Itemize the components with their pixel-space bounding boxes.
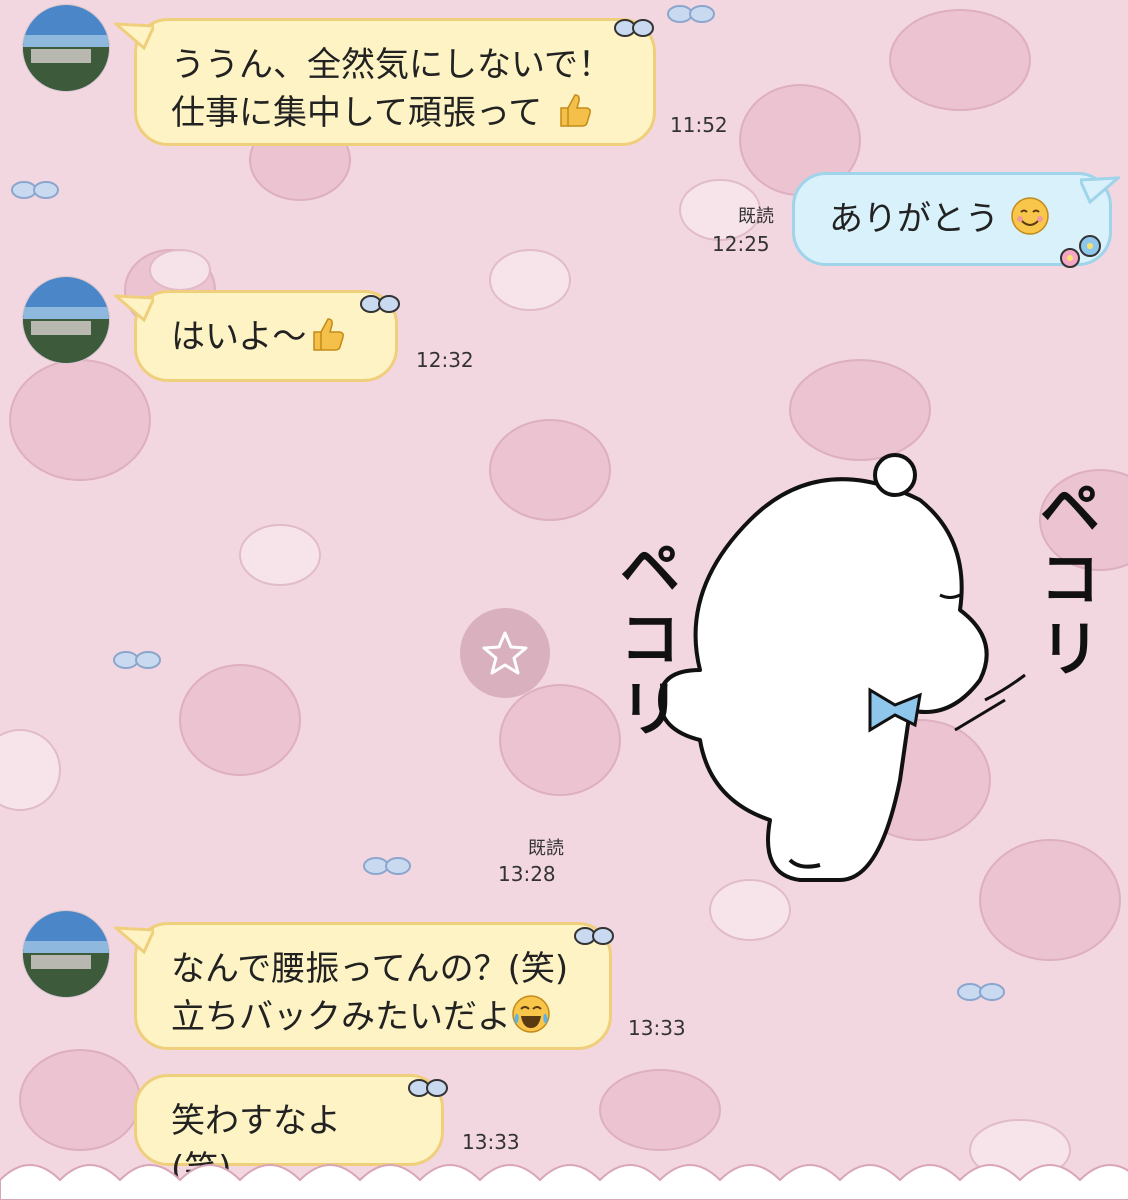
message-time: 12:25 bbox=[712, 232, 770, 256]
thumbs-up-icon bbox=[306, 314, 346, 354]
message-text: ううん、全然気にしないで！ bbox=[171, 45, 612, 85]
message-text: 仕事に集中して頑張って bbox=[171, 89, 619, 137]
message-text: 立ちバックみたいだよ bbox=[171, 993, 575, 1041]
message-bubble-incoming[interactable]: ううん、全然気にしないで！ 仕事に集中して頑張って bbox=[134, 18, 656, 146]
message-time: 12:32 bbox=[416, 348, 474, 372]
message-time: 11:52 bbox=[670, 113, 728, 137]
bow-icon bbox=[360, 295, 400, 313]
tears-of-joy-icon bbox=[511, 994, 551, 1034]
avatar[interactable] bbox=[22, 910, 110, 998]
thumbs-up-icon bbox=[553, 90, 593, 130]
bow-icon bbox=[614, 19, 654, 37]
avatar[interactable] bbox=[22, 276, 110, 364]
message-bubble-incoming[interactable]: なんで腰振ってんの？(笑) 立ちバックみたいだよ bbox=[134, 922, 612, 1050]
bubble-tail bbox=[114, 22, 154, 51]
smiling-face-icon bbox=[1010, 196, 1050, 236]
message-text: はいよ〜 bbox=[171, 313, 361, 361]
message-time: 13:28 bbox=[498, 862, 556, 886]
bow-icon bbox=[408, 1079, 448, 1097]
cloud-border bbox=[0, 1164, 1128, 1200]
bear-bowing-sticker[interactable]: ペコリ ペコリ bbox=[600, 420, 1120, 890]
flower-icon bbox=[1060, 235, 1101, 268]
bubble-tail bbox=[114, 926, 154, 955]
star-icon bbox=[482, 631, 528, 675]
bubble-tail bbox=[114, 294, 154, 323]
bow-icon bbox=[574, 927, 614, 945]
message-bubble-incoming[interactable]: はいよ〜 bbox=[134, 290, 398, 382]
message-time: 13:33 bbox=[628, 1016, 686, 1040]
message-text: なんで腰振ってんの？(笑) bbox=[171, 949, 569, 989]
bubble-tail bbox=[1080, 176, 1120, 205]
sticker-text: ペコリ bbox=[1040, 475, 1100, 685]
read-receipt: 既読 bbox=[738, 206, 774, 227]
read-receipt: 既読 bbox=[528, 838, 564, 859]
favorite-sticker-button[interactable] bbox=[460, 608, 550, 698]
avatar[interactable] bbox=[22, 4, 110, 92]
sticker-text: ペコリ bbox=[620, 535, 680, 745]
message-text: ありがとう bbox=[829, 195, 1075, 243]
